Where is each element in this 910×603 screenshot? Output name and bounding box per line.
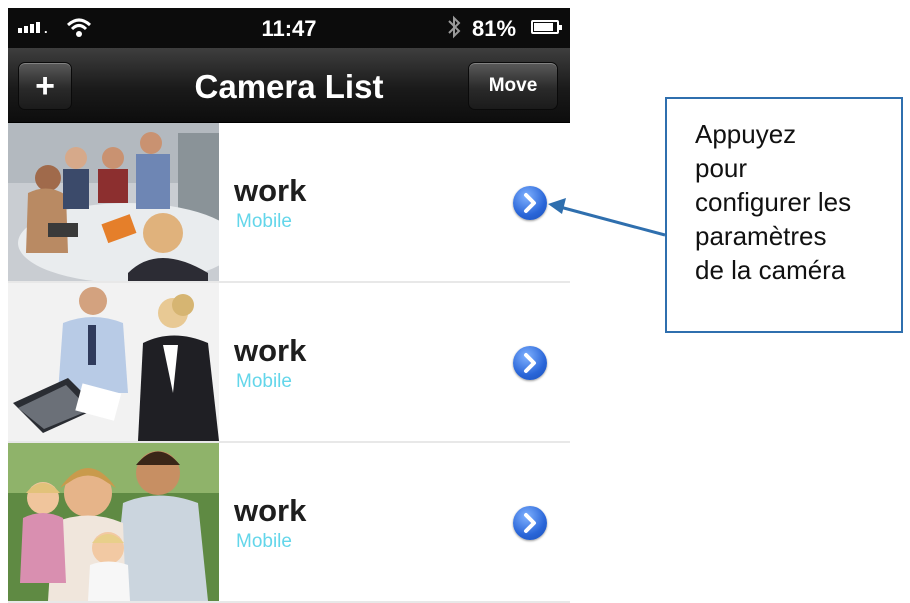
status-bar: . 11:47 81% [8, 8, 570, 48]
camera-type: Mobile [236, 531, 292, 552]
chevron-right-circle-icon[interactable] [513, 346, 547, 380]
camera-thumbnail-business [8, 283, 219, 441]
chevron-right-circle-icon[interactable] [513, 186, 547, 220]
camera-type: Mobile [236, 211, 292, 232]
battery-icon [531, 20, 562, 34]
bluetooth-icon [448, 15, 461, 39]
camera-row[interactable]: work Mobile [8, 283, 570, 443]
camera-thumbnail-meeting [8, 123, 219, 281]
camera-type: Mobile [236, 371, 292, 392]
phone-screen: . 11:47 81% + Camera List Move work Mobi… [8, 8, 570, 603]
page-title: Camera List [194, 68, 384, 105]
camera-name: work [234, 333, 307, 368]
callout-box: Appuyez pour configurer les paramètres d… [665, 97, 903, 333]
battery-percent: 81% [472, 16, 517, 41]
chevron-right-circle-icon[interactable] [513, 506, 547, 540]
camera-list: work Mobile work Mobile work Mobile [8, 123, 570, 603]
camera-row[interactable]: work Mobile [8, 443, 570, 603]
navigation-bar: + Camera List Move [8, 48, 570, 123]
camera-thumbnail-family [8, 443, 219, 601]
move-button[interactable]: Move [468, 62, 558, 110]
add-camera-button[interactable]: + [18, 62, 72, 110]
callout-text: Appuyez pour configurer les paramètres d… [695, 119, 852, 285]
camera-name: work [234, 173, 307, 208]
camera-row[interactable]: work Mobile [8, 123, 570, 283]
camera-name: work [234, 493, 307, 528]
